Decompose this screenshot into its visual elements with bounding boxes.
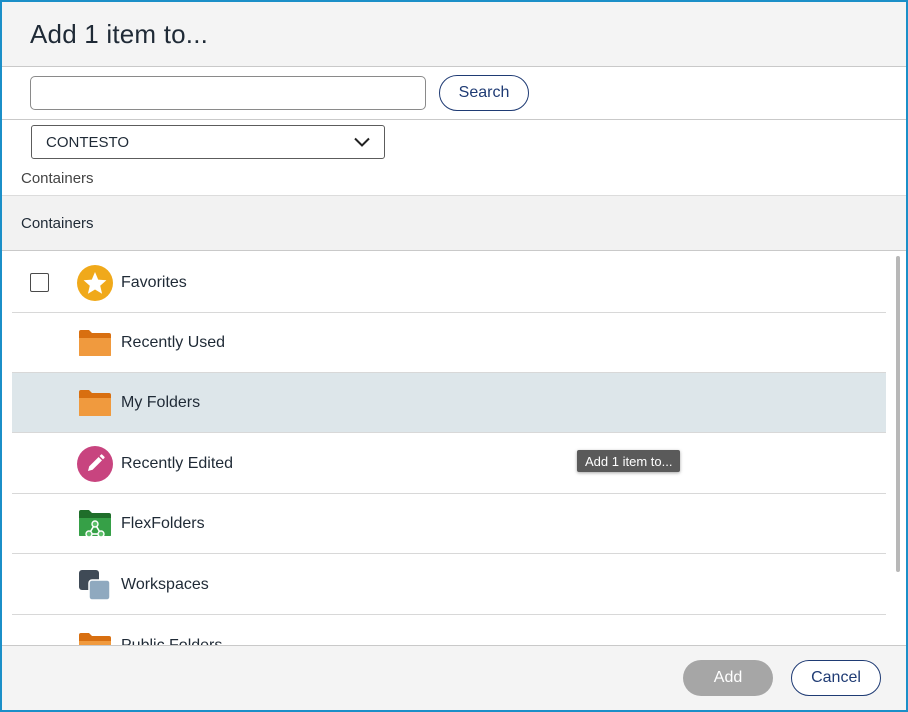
tooltip-text: Add 1 item to... <box>585 453 673 469</box>
list-item-public-folders[interactable]: Public Folders <box>12 616 886 645</box>
source-dropdown[interactable]: CONTESTO <box>31 125 385 159</box>
cancel-button-label: Cancel <box>811 669 861 686</box>
list-item-label: Workspaces <box>121 575 209 593</box>
add-item-dialog: Add 1 item to... Search CONTESTO Contain… <box>0 0 908 712</box>
list-item-my-folders[interactable]: My Folders <box>12 373 886 433</box>
list-item-label: Public Folders <box>121 636 223 646</box>
pencil-icon <box>76 445 114 483</box>
folder-icon <box>76 627 114 645</box>
list-item-label: Recently Used <box>121 333 226 351</box>
list-item-recently-edited[interactable]: Recently Edited <box>12 434 886 494</box>
add-button[interactable]: Add <box>683 660 773 696</box>
star-icon <box>76 264 114 302</box>
cancel-button[interactable]: Cancel <box>791 660 881 696</box>
list-item-favorites[interactable]: Favorites <box>12 253 886 313</box>
list-item-flexfolders[interactable]: FlexFolders <box>12 494 886 554</box>
chevron-down-icon <box>354 137 370 147</box>
favorites-checkbox[interactable] <box>30 273 49 292</box>
search-button[interactable]: Search <box>439 75 529 111</box>
flexfolder-icon <box>76 505 114 543</box>
list-item-label: My Folders <box>121 393 201 411</box>
search-row: Search <box>2 67 906 120</box>
add-button-label: Add <box>713 669 743 686</box>
list-item-label: Favorites <box>121 273 187 291</box>
breadcrumb[interactable]: Containers <box>21 170 94 187</box>
tooltip: Add 1 item to... <box>577 450 681 472</box>
list-item-label: FlexFolders <box>121 514 205 532</box>
search-input[interactable] <box>30 76 426 110</box>
dialog-footer: Add Cancel <box>2 645 906 710</box>
container-list[interactable]: Favorites Recently Used My Folders Recen… <box>2 251 906 645</box>
folder-icon <box>76 384 114 422</box>
list-scrollbar[interactable] <box>896 256 900 572</box>
search-button-label: Search <box>458 84 510 101</box>
section-header-label: Containers <box>21 214 94 232</box>
list-item-workspaces[interactable]: Workspaces <box>12 555 886 615</box>
workspaces-icon <box>76 566 114 604</box>
dialog-title: Add 1 item to... <box>30 18 209 49</box>
folder-icon <box>76 324 114 362</box>
section-header: Containers <box>2 195 906 251</box>
dialog-header: Add 1 item to... <box>2 2 906 67</box>
source-dropdown-value: CONTESTO <box>46 133 130 151</box>
list-item-label: Recently Edited <box>121 454 234 472</box>
list-item-recently-used[interactable]: Recently Used <box>12 313 886 373</box>
